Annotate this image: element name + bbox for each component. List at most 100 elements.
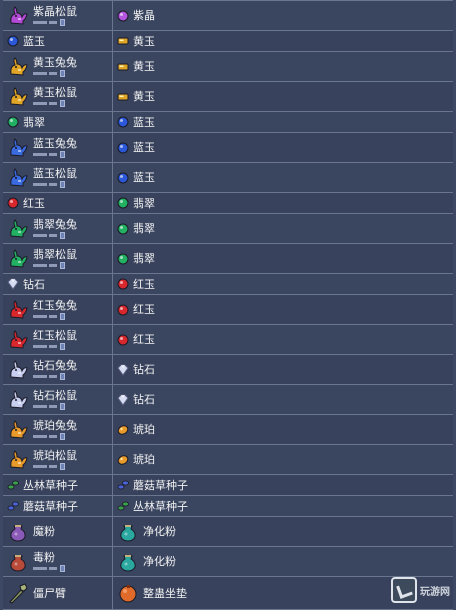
item-text: 琥珀 bbox=[133, 424, 155, 435]
squirrel-amber-icon bbox=[7, 449, 29, 471]
item-name: 红玉松鼠 bbox=[33, 328, 77, 342]
topaz-gem-icon bbox=[117, 35, 129, 47]
item-text: 琥珀松鼠 bbox=[33, 450, 77, 470]
left-item-cell: 丛林草种子 bbox=[3, 475, 113, 495]
table-row: 魔粉 净化粉 bbox=[3, 517, 453, 547]
item-text: 琥珀 bbox=[133, 454, 155, 465]
subinfo-tag bbox=[49, 404, 57, 408]
item-text: 翡翠松鼠 bbox=[33, 249, 77, 269]
item-name: 蓝玉兔兔 bbox=[33, 136, 77, 150]
amber-gem-icon bbox=[117, 424, 129, 436]
table-row: 琥珀松鼠 琥珀 bbox=[3, 445, 453, 475]
bunny-diamond-icon bbox=[7, 359, 29, 381]
right-item-cell: 琥珀 bbox=[113, 445, 453, 474]
left-item-cell: 翡翠兔兔 bbox=[3, 214, 113, 243]
bunny-sapphire-icon bbox=[7, 137, 29, 159]
table-row: 蓝玉兔兔 蓝玉 bbox=[3, 133, 453, 163]
zombie-arm-icon bbox=[7, 582, 29, 604]
item-text: 钻石松鼠 bbox=[33, 390, 77, 410]
item-name: 琥珀 bbox=[133, 453, 155, 466]
sapphire-gem-icon bbox=[117, 172, 129, 184]
table-row: 僵尸臂 整蛊坐垫 bbox=[3, 577, 453, 610]
item-text: 净化粉 bbox=[143, 556, 176, 567]
item-text: 黄玉兔兔 bbox=[33, 57, 77, 77]
item-text: 红玉 bbox=[23, 198, 45, 209]
emerald-gem-icon bbox=[117, 253, 129, 265]
subinfo-tag bbox=[33, 152, 47, 156]
cage-icon bbox=[60, 564, 65, 572]
item-text: 蓝玉 bbox=[133, 172, 155, 183]
item-name: 蓝玉 bbox=[133, 115, 155, 129]
subinfo-tag bbox=[49, 71, 57, 75]
item-name: 黄玉兔兔 bbox=[33, 55, 77, 69]
table-row: 红玉 翡翠 bbox=[3, 193, 453, 214]
subinfo-tag bbox=[49, 263, 57, 267]
ruby-gem-icon bbox=[117, 278, 129, 290]
subinfo-tag bbox=[33, 404, 47, 408]
cage-icon bbox=[60, 432, 65, 440]
subinfo-tag bbox=[49, 101, 57, 105]
cage-icon bbox=[60, 312, 65, 320]
item-text: 黄玉 bbox=[133, 36, 155, 47]
item-text: 蘑菇草种子 bbox=[133, 480, 188, 491]
right-item-cell: 黄玉 bbox=[113, 82, 453, 111]
emerald-gem-icon bbox=[117, 197, 129, 209]
left-item-cell: 红玉兔兔 bbox=[3, 295, 113, 324]
left-item-cell: 蘑菇草种子 bbox=[3, 496, 113, 516]
jungle-grass-seeds-icon bbox=[7, 479, 19, 491]
right-item-cell: 净化粉 bbox=[113, 547, 453, 576]
right-item-cell: 钻石 bbox=[113, 355, 453, 384]
subinfo-tag bbox=[33, 233, 47, 237]
sapphire-gem-icon bbox=[117, 142, 129, 154]
item-name: 翡翠 bbox=[133, 196, 155, 210]
right-item-cell: 红玉 bbox=[113, 274, 453, 294]
right-item-cell: 黄玉 bbox=[113, 52, 453, 81]
item-subinfo bbox=[33, 18, 77, 26]
subinfo-tag bbox=[33, 344, 47, 348]
watermark: 玩游网 bbox=[391, 577, 450, 603]
item-subinfo bbox=[33, 261, 77, 269]
item-text: 丛林草种子 bbox=[133, 501, 188, 512]
squirrel-ruby-icon bbox=[7, 329, 29, 351]
item-text: 红玉 bbox=[133, 304, 155, 315]
bunny-topaz-icon bbox=[7, 56, 29, 78]
item-name: 钻石 bbox=[133, 363, 155, 376]
item-name: 翡翠松鼠 bbox=[33, 247, 77, 261]
item-name: 钻石 bbox=[133, 393, 155, 406]
left-item-cell: 钻石松鼠 bbox=[3, 385, 113, 414]
subinfo-tag bbox=[33, 566, 47, 570]
squirrel-sapphire-icon bbox=[7, 167, 29, 189]
item-subinfo bbox=[33, 372, 77, 380]
item-name: 整蛊坐垫 bbox=[143, 586, 187, 600]
item-text: 红玉松鼠 bbox=[33, 330, 77, 350]
item-text: 紫晶 bbox=[133, 10, 155, 21]
subinfo-tag bbox=[49, 233, 57, 237]
item-text: 黄玉 bbox=[133, 61, 155, 72]
right-item-cell: 红玉 bbox=[113, 325, 453, 354]
table-row: 红玉兔兔 红玉 bbox=[3, 295, 453, 325]
subinfo-tag bbox=[49, 566, 57, 570]
item-text: 蓝玉松鼠 bbox=[33, 168, 77, 188]
table-row: 钻石松鼠 钻石 bbox=[3, 385, 453, 415]
item-name: 琥珀 bbox=[133, 423, 155, 436]
left-item-cell: 毒粉 bbox=[3, 547, 113, 576]
right-item-cell: 琥珀 bbox=[113, 415, 453, 444]
subinfo-tag bbox=[33, 182, 47, 186]
item-name: 僵尸臂 bbox=[33, 586, 66, 600]
shimmer-transmutation-table: 紫晶松鼠 紫晶 蓝玉 黄玉 黄玉兔兔 黄玉 黄玉松鼠 黄玉 翡翠 蓝玉 蓝玉兔兔 蓝玉 蓝玉松鼠 蓝玉 红玉… bbox=[3, 0, 453, 610]
topaz-gem-icon bbox=[117, 91, 129, 103]
item-name: 翡翠 bbox=[133, 252, 155, 265]
item-text: 翡翠 bbox=[133, 198, 155, 209]
diamond-gem-icon bbox=[117, 364, 129, 376]
left-item-cell: 僵尸臂 bbox=[3, 577, 113, 609]
item-name: 翡翠兔兔 bbox=[33, 217, 77, 231]
item-subinfo bbox=[33, 312, 77, 320]
table-row: 丛林草种子 蘑菇草种子 bbox=[3, 475, 453, 496]
cage-icon bbox=[60, 180, 65, 188]
item-name: 琥珀兔兔 bbox=[33, 418, 77, 432]
left-item-cell: 钻石兔兔 bbox=[3, 355, 113, 384]
subinfo-tag bbox=[49, 20, 57, 24]
item-text: 紫晶松鼠 bbox=[33, 6, 77, 26]
item-name: 丛林草种子 bbox=[23, 478, 78, 492]
item-name: 琥珀松鼠 bbox=[33, 448, 77, 462]
